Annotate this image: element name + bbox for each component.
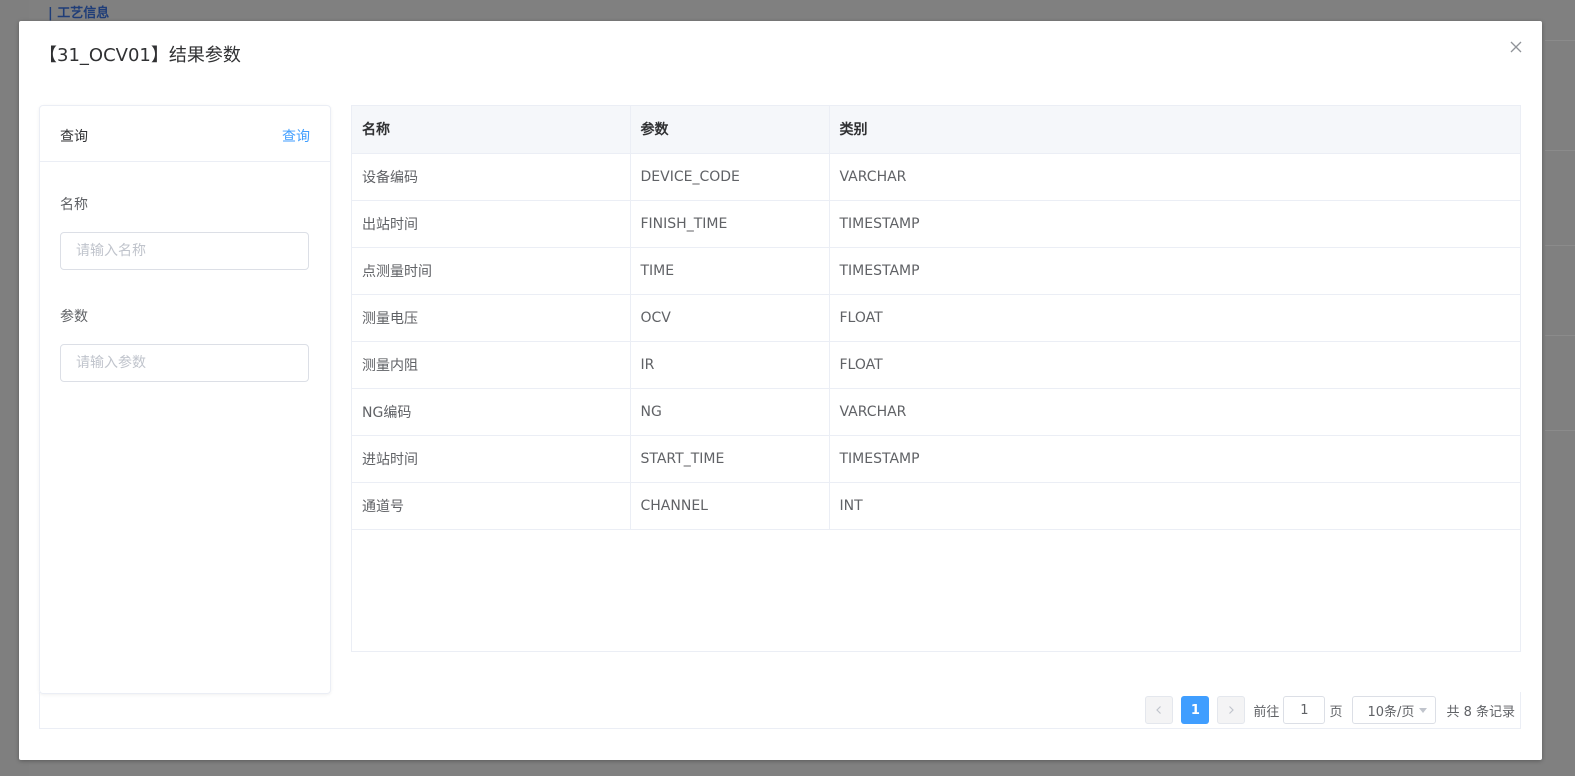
goto-page-input[interactable] bbox=[1283, 696, 1326, 724]
cell-name: 设备编码 bbox=[352, 153, 631, 201]
cell-name: 出站时间 bbox=[352, 200, 631, 248]
page-number-current[interactable]: 1 bbox=[1181, 696, 1210, 724]
name-input[interactable] bbox=[60, 232, 309, 270]
caret-down-icon bbox=[1419, 707, 1428, 713]
cell-param: NG bbox=[630, 388, 830, 436]
params-table: 名称 参数 类别 设备编码 DEVICE_CODE VARCHAR 出站时间 F… bbox=[351, 105, 1521, 652]
column-header-param: 参数 bbox=[630, 106, 830, 154]
name-field-label: 名称 bbox=[60, 197, 88, 213]
background-divider bbox=[1545, 245, 1575, 246]
prev-page-button[interactable] bbox=[1145, 696, 1174, 724]
background-divider bbox=[1545, 150, 1575, 151]
table-row[interactable]: 点测量时间 TIME TIMESTAMP bbox=[352, 247, 1520, 295]
page-size-select[interactable]: 10条/页 bbox=[1352, 696, 1437, 724]
pagination-bar: 1 前往 页 10条/页 共 8 条记录 bbox=[39, 692, 1521, 729]
background-divider bbox=[1545, 335, 1575, 336]
cell-type: FLOAT bbox=[829, 341, 1520, 389]
query-panel-header: 查询 查询 bbox=[40, 106, 330, 162]
close-icon[interactable] bbox=[1508, 39, 1524, 55]
cell-name: 测量内阻 bbox=[352, 341, 631, 389]
cell-param: FINISH_TIME bbox=[630, 200, 830, 248]
dialog-title: 【31_OCV01】结果参数 bbox=[39, 45, 241, 66]
goto-label: 前往 bbox=[1253, 704, 1280, 720]
table-row[interactable]: 测量内阻 IR FLOAT bbox=[352, 341, 1520, 389]
cell-type: INT bbox=[829, 482, 1520, 530]
table-row[interactable]: 测量电压 OCV FLOAT bbox=[352, 294, 1520, 342]
table-row[interactable]: 出站时间 FINISH_TIME TIMESTAMP bbox=[352, 200, 1520, 248]
total-records: 共 8 条记录 bbox=[1446, 704, 1515, 720]
query-button[interactable]: 查询 bbox=[282, 126, 310, 146]
table-row[interactable]: NG编码 NG VARCHAR bbox=[352, 388, 1520, 436]
pagination: 1 前往 页 10条/页 共 8 条记录 bbox=[1145, 696, 1515, 724]
chevron-right-icon bbox=[1229, 706, 1235, 714]
table-header-row: 名称 参数 类别 bbox=[352, 106, 1520, 154]
cell-type: VARCHAR bbox=[829, 388, 1520, 436]
next-page-button[interactable] bbox=[1217, 696, 1246, 724]
cell-type: FLOAT bbox=[829, 294, 1520, 342]
cell-param: CHANNEL bbox=[630, 482, 830, 530]
result-params-dialog: 【31_OCV01】结果参数 查询 查询 名称 参数 名称 参数 类别 设备 bbox=[19, 21, 1542, 760]
cell-param: IR bbox=[630, 341, 830, 389]
cell-name: 进站时间 bbox=[352, 435, 631, 483]
column-header-type: 类别 bbox=[829, 106, 1520, 154]
page-suffix: 页 bbox=[1329, 704, 1343, 720]
page-size-value: 10条/页 bbox=[1367, 704, 1415, 720]
background-divider bbox=[1545, 40, 1575, 41]
cell-name: 通道号 bbox=[352, 482, 631, 530]
table-row[interactable]: 进站时间 START_TIME TIMESTAMP bbox=[352, 435, 1520, 483]
cell-param: TIME bbox=[630, 247, 830, 295]
query-panel: 查询 查询 名称 参数 bbox=[39, 105, 331, 694]
column-header-name: 名称 bbox=[352, 106, 631, 154]
query-panel-title: 查询 bbox=[60, 129, 88, 145]
cell-type: VARCHAR bbox=[829, 153, 1520, 201]
background-divider bbox=[1545, 430, 1575, 431]
cell-name: 测量电压 bbox=[352, 294, 631, 342]
cell-param: OCV bbox=[630, 294, 830, 342]
cell-type: TIMESTAMP bbox=[829, 200, 1520, 248]
cell-param: DEVICE_CODE bbox=[630, 153, 830, 201]
table-row[interactable]: 通道号 CHANNEL INT bbox=[352, 482, 1520, 530]
cell-name: 点测量时间 bbox=[352, 247, 631, 295]
cell-type: TIMESTAMP bbox=[829, 435, 1520, 483]
param-input[interactable] bbox=[60, 344, 309, 382]
cell-type: TIMESTAMP bbox=[829, 247, 1520, 295]
chevron-left-icon bbox=[1156, 706, 1162, 714]
table-row[interactable]: 设备编码 DEVICE_CODE VARCHAR bbox=[352, 153, 1520, 201]
background-section-label: | 工艺信息 bbox=[48, 6, 110, 21]
cell-param: START_TIME bbox=[630, 435, 830, 483]
param-field-label: 参数 bbox=[60, 309, 88, 325]
cell-name: NG编码 bbox=[352, 388, 631, 436]
